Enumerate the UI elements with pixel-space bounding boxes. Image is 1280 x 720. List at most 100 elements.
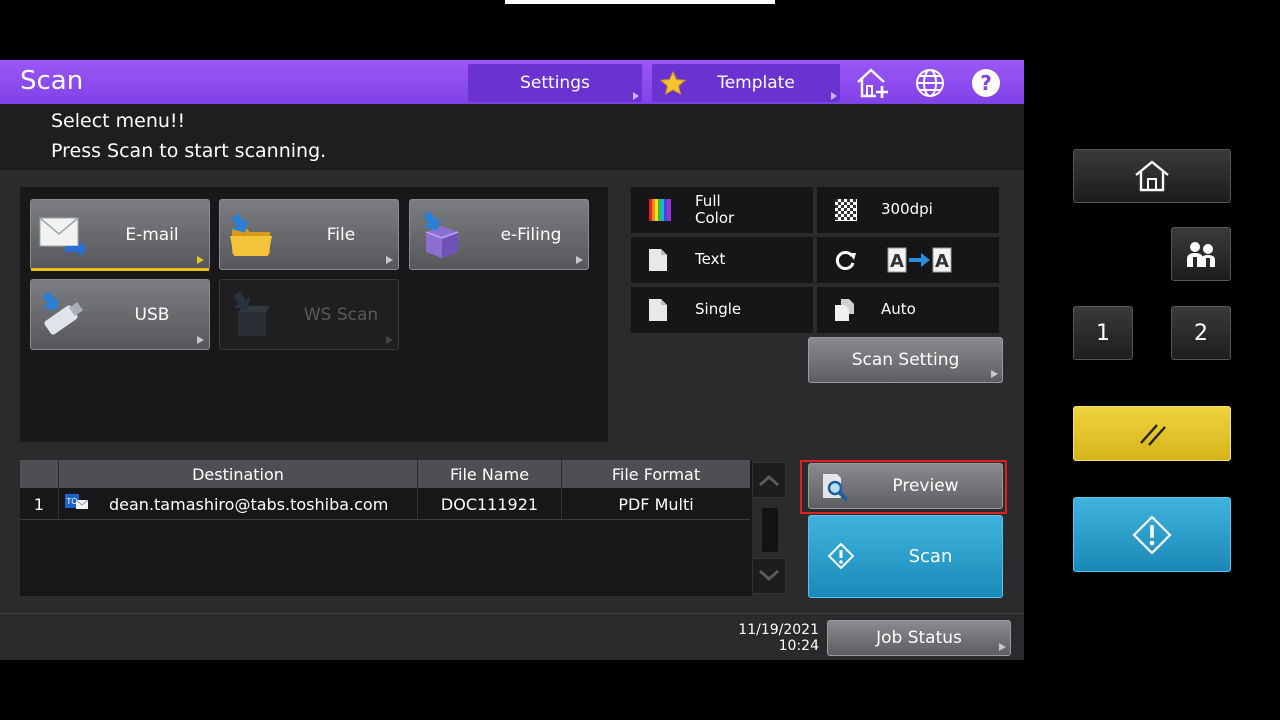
scrollbar-track[interactable] xyxy=(762,508,778,552)
usb-drive-icon xyxy=(37,290,89,342)
time: 10:24 xyxy=(778,638,819,654)
header-destination: Destination xyxy=(58,460,417,488)
scroll-up-button[interactable] xyxy=(752,462,786,498)
color-mode-label: Full Color xyxy=(695,192,735,227)
paper-size-tile[interactable]: Auto xyxy=(817,287,999,333)
expand-arrow-icon xyxy=(386,256,393,264)
table-header: Destination File Name File Format xyxy=(20,460,750,488)
header-file-name: File Name xyxy=(417,460,561,488)
globe-icon[interactable] xyxy=(911,64,949,102)
scan-button[interactable]: Scan xyxy=(808,515,1003,598)
title-bar: Scan Settings Template ? xyxy=(0,60,1024,104)
job-status-label: Job Status xyxy=(876,628,962,648)
scroll-down-button[interactable] xyxy=(752,558,786,594)
rotation-a-to-a-icon: AA xyxy=(887,247,953,277)
home-icon xyxy=(1135,160,1169,192)
wsscan-label: WS Scan xyxy=(303,304,379,325)
template-label: Template xyxy=(717,73,795,93)
email-to-icon: TO xyxy=(65,494,89,514)
start-button[interactable] xyxy=(1073,497,1231,572)
top-strip xyxy=(505,0,775,4)
date-time: 11/19/2021 10:24 xyxy=(738,622,819,654)
memory-1-label: 1 xyxy=(1096,320,1110,346)
file-button[interactable]: File xyxy=(219,199,399,270)
svg-text:A: A xyxy=(935,251,949,272)
users-icon xyxy=(1187,242,1215,267)
paper-size-label: Auto xyxy=(881,300,916,318)
chevron-up-icon xyxy=(759,474,779,486)
destination-table: Destination File Name File Format 1 TO d… xyxy=(20,460,752,596)
file-format-cell: PDF Multi xyxy=(561,488,750,520)
header-file-format: File Format xyxy=(561,460,750,488)
expand-arrow-icon xyxy=(999,643,1006,651)
full-color-icon xyxy=(649,199,671,225)
usb-label: USB xyxy=(134,304,170,325)
resolution-tile[interactable]: 300dpi xyxy=(817,187,999,233)
email-button[interactable]: E-mail xyxy=(30,199,210,271)
file-label: File xyxy=(326,224,356,245)
resolution-icon xyxy=(835,199,857,225)
sides-tile[interactable]: Single xyxy=(631,287,813,333)
settings-label: Settings xyxy=(520,73,590,93)
svg-text:TO: TO xyxy=(65,497,77,506)
job-status-button[interactable]: Job Status xyxy=(827,620,1011,656)
preview-label: Preview xyxy=(892,476,959,496)
message-line-2: Press Scan to start scanning. xyxy=(51,140,327,162)
scan-label: Scan xyxy=(908,546,953,567)
memory-2-label: 2 xyxy=(1194,320,1208,346)
email-icon xyxy=(37,210,89,262)
original-mode-label: Text xyxy=(695,250,726,268)
destination-address: dean.tamashiro@tabs.toshiba.com xyxy=(109,494,389,514)
wsscan-icon xyxy=(226,290,278,342)
preview-magnifier-icon xyxy=(821,472,851,507)
efiling-button[interactable]: e-Filing xyxy=(409,199,589,270)
email-label: E-mail xyxy=(125,224,179,245)
destination-cell: TO dean.tamashiro@tabs.toshiba.com xyxy=(58,488,417,520)
expand-arrow-icon xyxy=(386,336,393,344)
date: 11/19/2021 xyxy=(738,622,819,638)
paper-size-icon xyxy=(835,299,855,325)
page-title: Scan xyxy=(20,66,84,96)
header-number-col xyxy=(20,460,58,488)
message-line-1: Select menu!! xyxy=(51,110,186,132)
usb-button[interactable]: USB xyxy=(30,279,210,350)
template-button[interactable]: Template xyxy=(652,64,840,102)
svg-text:?: ? xyxy=(980,71,992,95)
clear-slash-icon xyxy=(1140,423,1166,446)
sides-label: Single xyxy=(695,300,742,318)
expand-arrow-icon xyxy=(197,336,204,344)
wsscan-button: WS Scan xyxy=(219,279,399,350)
expand-arrow-icon xyxy=(991,370,998,378)
folder-icon xyxy=(226,210,278,262)
efiling-label: e-Filing xyxy=(500,224,562,245)
expand-arrow-icon xyxy=(831,92,837,100)
expand-arrow-icon xyxy=(633,92,639,100)
original-mode-tile[interactable]: Text xyxy=(631,237,813,283)
rotation-tile[interactable]: AA xyxy=(817,237,999,283)
message-area: Select menu!! Press Scan to start scanni… xyxy=(0,104,1024,170)
memory-2-button[interactable]: 2 xyxy=(1171,306,1231,360)
start-diamond-icon xyxy=(827,542,855,574)
table-row[interactable]: 1 TO dean.tamashiro@tabs.toshiba.com DOC… xyxy=(20,488,750,520)
user-access-button[interactable] xyxy=(1171,227,1231,281)
status-bar: 11/19/2021 10:24 Job Status xyxy=(0,613,1024,660)
memory-1-button[interactable]: 1 xyxy=(1073,306,1133,360)
chevron-down-icon xyxy=(759,570,779,582)
scan-setting-label: Scan Setting xyxy=(851,350,960,370)
rotate-icon xyxy=(835,249,857,275)
single-side-icon xyxy=(649,299,667,325)
svg-text:A: A xyxy=(890,251,904,272)
file-name-cell: DOC111921 xyxy=(417,488,561,520)
preview-button[interactable]: Preview xyxy=(808,463,1003,509)
document-icon xyxy=(649,249,667,275)
scan-menu-area: E-mail File e-Filing USB WS Scan xyxy=(20,187,608,442)
row-number: 1 xyxy=(33,494,45,514)
scan-setting-button[interactable]: Scan Setting xyxy=(808,337,1003,383)
color-mode-tile[interactable]: Full Color xyxy=(631,187,813,233)
clear-button[interactable] xyxy=(1073,406,1231,461)
help-icon[interactable]: ? xyxy=(967,64,1005,102)
home-plus-icon[interactable] xyxy=(853,64,891,102)
home-button[interactable] xyxy=(1073,149,1231,203)
efiling-box-icon xyxy=(416,210,468,262)
settings-button[interactable]: Settings xyxy=(468,64,642,102)
